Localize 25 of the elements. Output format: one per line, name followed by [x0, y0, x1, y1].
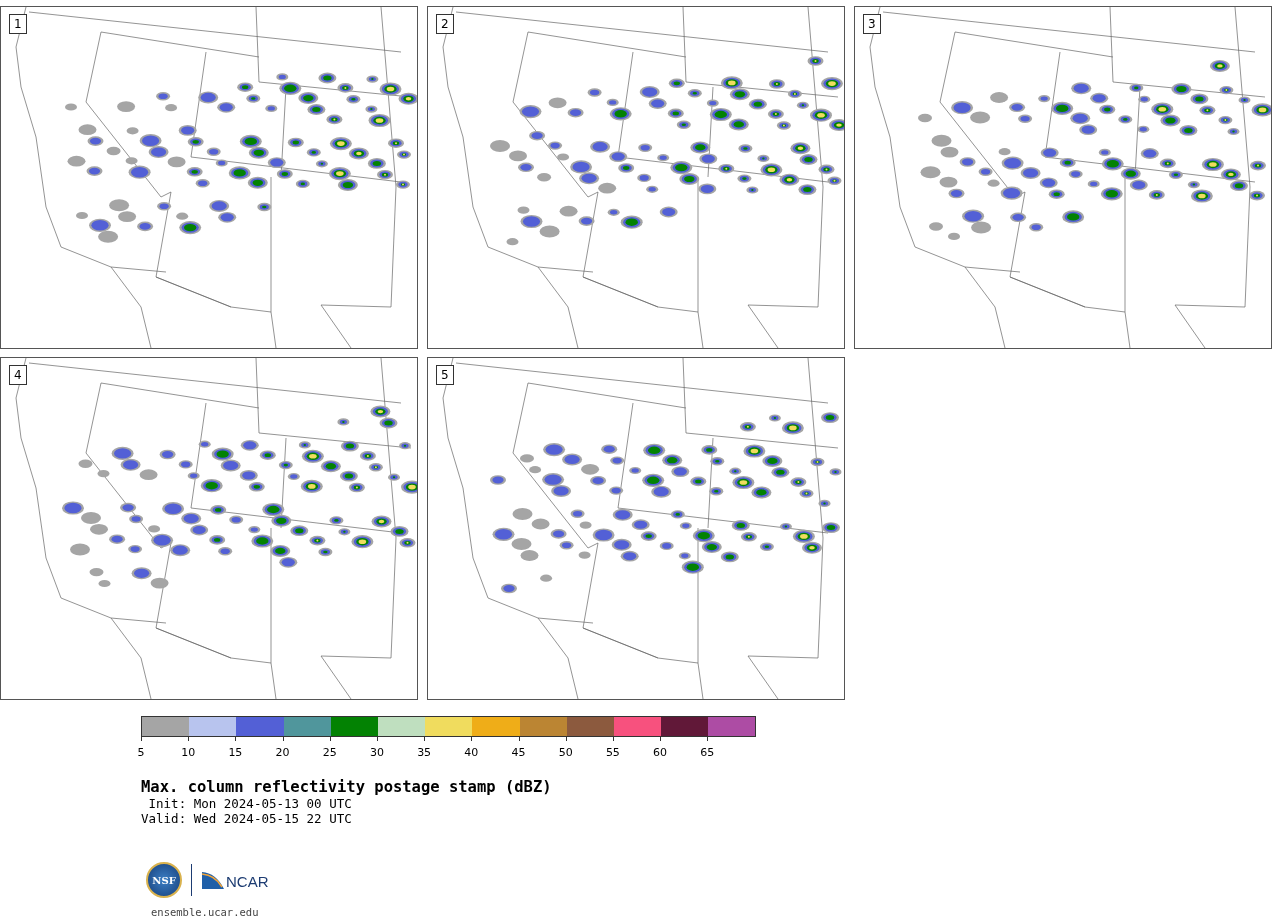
panel-number-label: 2 [436, 14, 454, 34]
tick-label: 20 [275, 746, 290, 759]
panel-number-label: 1 [9, 14, 27, 34]
tick-label: 25 [322, 746, 337, 759]
chart-title: Max. column reflectivity postage stamp (dBZ) [141, 778, 553, 796]
tick-label: 45 [511, 746, 526, 759]
tick-label: 55 [605, 746, 620, 759]
panel-number-label: 3 [863, 14, 881, 34]
tick-label: 50 [558, 746, 573, 759]
ncar-logo-text: NCAR [226, 873, 269, 890]
tick-label: 40 [464, 746, 479, 759]
tick-label: 35 [417, 746, 432, 759]
tick-label: 65 [700, 746, 715, 759]
website-link[interactable]: ensemble.ucar.edu [151, 906, 259, 918]
init-time-text: Init: Mon 2024-05-13 00 UTC [147, 796, 353, 811]
valid-time-text: Valid: Wed 2024-05-15 22 UTC [141, 811, 353, 826]
tick-label: 30 [369, 746, 384, 759]
tick-label: 5 [137, 746, 145, 759]
tick-label: 60 [653, 746, 668, 759]
ncar-swoosh-icon [201, 870, 225, 890]
panel-number-label: 4 [9, 365, 27, 385]
nsf-logo: NSF [146, 862, 182, 898]
tick-label: 10 [181, 746, 196, 759]
tick-label: 15 [228, 746, 243, 759]
panel-number-label: 5 [436, 365, 454, 385]
